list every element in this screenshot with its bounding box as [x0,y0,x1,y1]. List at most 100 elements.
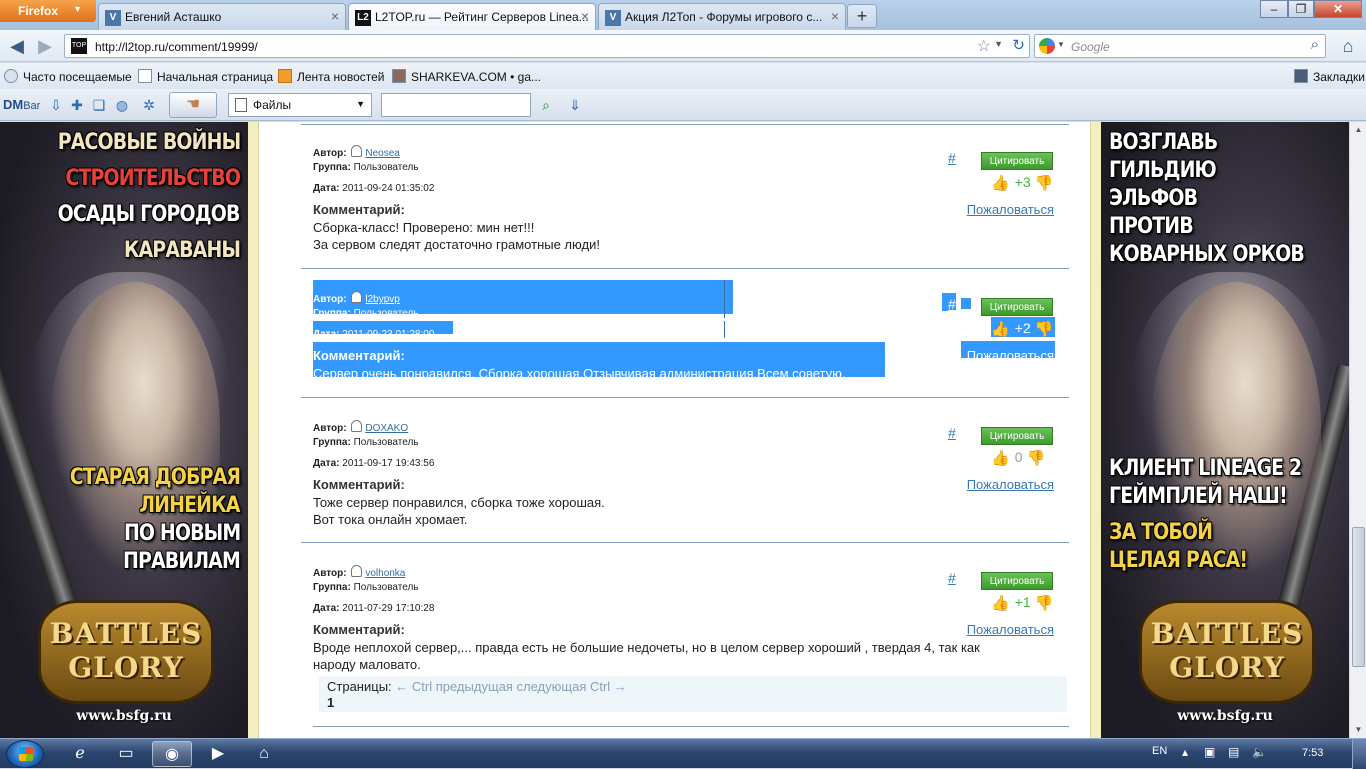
dmbar-search-input[interactable] [381,93,531,117]
scroll-down-icon[interactable]: ▼ [1351,722,1366,738]
comment-author-link[interactable]: DOXAKO [365,423,408,434]
comment-author-row: Автор: DOXAKO [313,420,408,434]
search-engine-dropdown-icon[interactable]: ▼ [1057,40,1065,49]
history-dropdown-icon[interactable]: ▼ [994,39,1003,49]
download-menu-icon[interactable]: ⇓ [566,96,584,114]
comment-permalink[interactable]: # [948,296,956,312]
download-icon[interactable]: ⇩ [47,96,65,114]
volume-icon[interactable]: 🔈 [1252,745,1267,759]
settings-icon[interactable]: ✲ [140,96,158,114]
network-icon[interactable]: ▤ [1228,745,1239,759]
comment-votes: 👍 0 👎 [991,449,1045,467]
add-icon[interactable]: ✚ [68,96,86,114]
scrollbar-thumb[interactable] [1352,527,1365,667]
comment-author-link[interactable]: l2bypvp [365,294,399,305]
report-link[interactable]: Пожаловаться [961,348,1054,363]
comment-permalink[interactable]: # [948,425,956,441]
comment-body: Сервер очень понравился. Сборка хорошая.… [313,365,1053,382]
quote-button[interactable]: Цитировать [981,152,1053,170]
windows-icon[interactable]: ❏ [90,96,108,114]
home-icon[interactable]: ⌂ [1337,35,1359,57]
comment-author-row: Автор: l2bypvp [313,291,400,305]
media-player-icon[interactable]: ▶ [198,741,238,767]
internet-explorer-icon[interactable]: ℯ [60,741,100,767]
thumbs-up-icon[interactable]: 👍 [991,449,1010,467]
thumbs-up-icon[interactable]: 👍 [991,594,1010,612]
reload-icon[interactable]: ↻ [1012,36,1025,54]
thumbs-down-icon[interactable]: 👎 [1035,594,1054,612]
banner-line: КАРАВАНЫ [123,238,241,263]
forward-icon[interactable]: ▶ [34,35,56,57]
firefox-menu-button[interactable]: Firefox ▼ [0,0,96,22]
bookmark-star-icon[interactable]: ☆ [977,36,991,56]
comment-author-link[interactable]: Neosea [365,148,399,159]
start-button[interactable] [6,740,44,768]
ad-banner-right[interactable]: ВОЗГЛАВЬ ГИЛЬДИЮ ЭЛЬФОВ ПРОТИВ КОВАРНЫХ … [1101,122,1349,738]
separator [301,397,1069,398]
explorer-folder-icon[interactable]: ▭ [106,741,146,767]
banner-line: ЭЛЬФОВ [1109,186,1198,211]
files-dropdown[interactable]: Файлы ▼ [228,93,372,117]
comment-group-row: Группа: Пользователь [313,162,419,173]
bookmark-news-feed[interactable]: Лента новостей [278,69,385,84]
comment-title: Комментарий: [313,477,405,492]
tab-close-icon[interactable]: × [331,8,339,24]
close-window-button[interactable]: ✕ [1314,0,1362,18]
comment-permalink[interactable]: # [948,570,956,586]
vertical-scrollbar[interactable]: ▲ ▼ [1349,122,1366,738]
search-icon[interactable]: ⌕ [1311,36,1319,53]
input-language[interactable]: EN [1152,745,1167,757]
tab-1[interactable]: V Евгений Асташко × [98,3,346,30]
comment-line: За сервом следят достаточно грамотные лю… [313,237,600,252]
search-box[interactable]: ▼ Google ⌕ [1034,34,1326,58]
thumbs-up-icon[interactable]: 👍 [991,174,1010,192]
thumbs-down-icon[interactable]: 👎 [1035,174,1054,192]
hand-button[interactable]: ☚ [169,92,217,118]
bookmark-sharkeva[interactable]: SHARKEVA.COM • ga... [392,69,541,84]
report-link[interactable]: Пожаловаться [961,622,1054,637]
quote-button[interactable]: Цитировать [981,427,1053,445]
search-icon[interactable]: ⌕ [537,96,555,114]
app-taskbar-icon[interactable]: ⌂ [244,741,284,767]
comment-date: 2011-09-17 19:43:56 [342,458,435,469]
tray-app-icon[interactable]: ▣ [1204,745,1215,759]
pagination-nav[interactable]: ← Ctrl предыдущая следующая Ctrl → [395,679,627,694]
ad-banner-left[interactable]: РАСОВЫЕ ВОЙНЫ СТРОИТЕЛЬСТВО ОСАДЫ ГОРОДО… [0,122,248,738]
comment-date-row: Дата: 2011-07-29 17:10:28 [313,603,435,614]
show-desktop-button[interactable] [1352,739,1366,769]
quote-button[interactable]: Цитировать [981,572,1053,590]
bookmark-most-visited[interactable]: Часто посещаемые [4,69,132,84]
comment-date: 2011-09-24 01:35:02 [342,183,435,194]
thumbs-down-icon[interactable]: 👎 [1035,320,1054,338]
scroll-up-icon[interactable]: ▲ [1351,122,1366,138]
clock[interactable]: 7:53 [1302,747,1323,759]
l2top-favicon-icon: L2 [355,10,371,26]
bookmark-home-page[interactable]: Начальная страница [138,69,273,84]
url-bar[interactable]: TOP http://l2top.ru/comment/19999/ ☆ ▼ ↻ [64,34,1030,58]
back-icon[interactable]: ◀ [6,35,28,57]
thumbs-down-icon[interactable]: 👎 [1026,449,1045,467]
comment-date-row: Дата: 2011-09-17 19:43:56 [313,458,435,469]
quote-button[interactable]: Цитировать [981,298,1053,316]
new-tab-button[interactable]: + [847,4,877,28]
separator [301,542,1069,543]
thumbs-up-icon[interactable]: 👍 [991,320,1010,338]
report-link[interactable]: Пожаловаться [961,202,1054,217]
comment-author-link[interactable]: volhonka [365,568,405,579]
tab-close-icon[interactable]: × [581,8,589,24]
tab-2[interactable]: L2 L2TOP.ru — Рейтинг Серверов Linea... … [348,3,596,30]
tab-3[interactable]: V Акция Л2Топ - Форумы игрового с... × [598,3,846,30]
tray-expand-icon[interactable]: ▴ [1182,745,1188,759]
report-link[interactable]: Пожаловаться [961,477,1054,492]
comment-permalink[interactable]: # [948,150,956,166]
maximize-button[interactable]: ❐ [1288,0,1314,18]
tab-close-icon[interactable]: × [831,8,839,24]
dmbar-logo[interactable]: DMBar [3,97,40,112]
dmbar-logo-text: DM [3,97,24,112]
bookmarks-menu[interactable]: Закладки [1294,69,1365,84]
globe-icon[interactable]: ◍ [113,96,131,114]
firefox-taskbar-icon[interactable]: ◉ [152,741,192,767]
comment-date-row: Дата: 2011-09-24 01:35:02 [313,183,435,194]
url-text: http://l2top.ru/comment/19999/ [95,40,258,54]
minimize-button[interactable]: – [1260,0,1288,18]
